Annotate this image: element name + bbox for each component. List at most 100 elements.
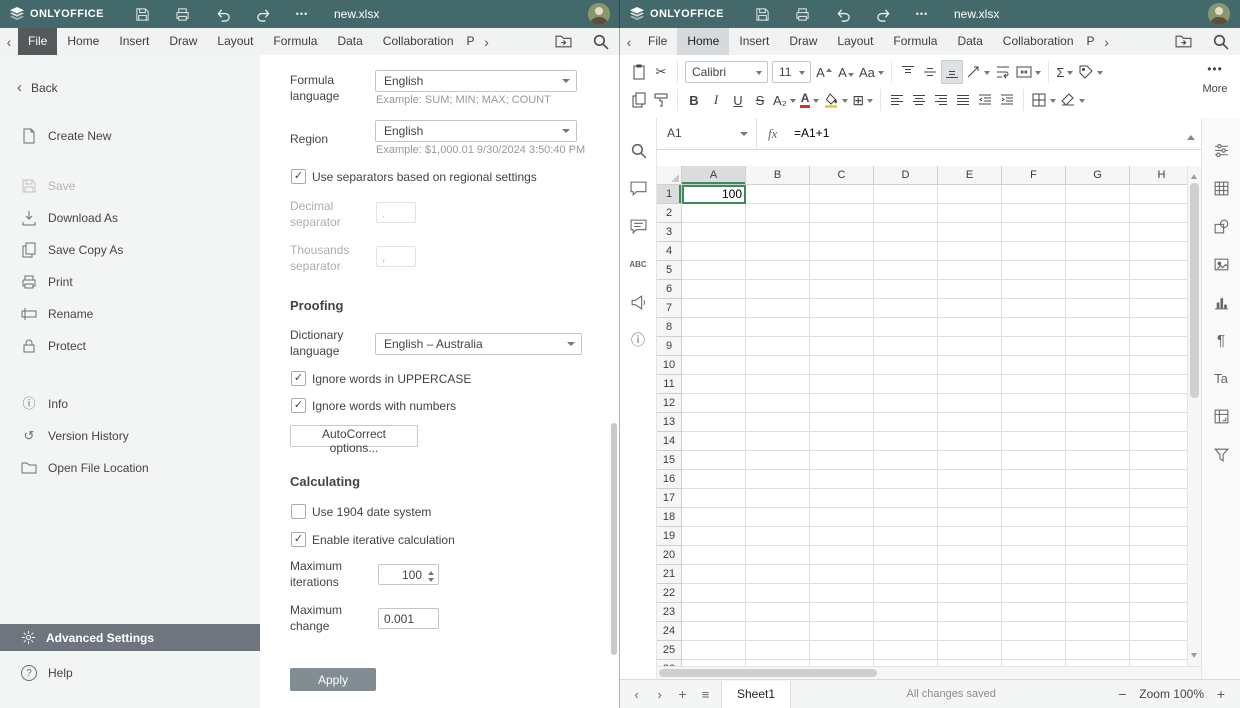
cell-H15[interactable] bbox=[1130, 451, 1194, 470]
tab-home[interactable]: Home bbox=[677, 28, 729, 55]
cell-A7[interactable] bbox=[682, 299, 746, 318]
row-header-16[interactable]: 16 bbox=[657, 470, 682, 489]
column-header-H[interactable]: H bbox=[1130, 166, 1194, 185]
print-button[interactable] bbox=[169, 3, 195, 25]
row-header-24[interactable]: 24 bbox=[657, 622, 682, 641]
chat-button[interactable] bbox=[620, 207, 656, 245]
image-settings-button[interactable] bbox=[1202, 245, 1240, 283]
slicer-settings-button[interactable] bbox=[1202, 435, 1240, 473]
cell-A25[interactable] bbox=[682, 641, 746, 660]
tabs-scroll-left-icon[interactable]: ‹ bbox=[620, 34, 638, 50]
cell-G6[interactable] bbox=[1066, 280, 1130, 299]
tab-file[interactable]: File bbox=[638, 28, 677, 55]
row-header-4[interactable]: 4 bbox=[657, 242, 682, 261]
region-select[interactable]: English bbox=[375, 120, 577, 142]
cell-C12[interactable] bbox=[810, 394, 874, 413]
menu-item-version-history[interactable]: ↺Version History bbox=[0, 420, 260, 452]
cell-F2[interactable] bbox=[1002, 204, 1066, 223]
cell-F23[interactable] bbox=[1002, 603, 1066, 622]
row-header-2[interactable]: 2 bbox=[657, 204, 682, 223]
cell-A18[interactable] bbox=[682, 508, 746, 527]
use-separators-checkbox[interactable]: ✓ bbox=[291, 169, 306, 184]
column-header-D[interactable]: D bbox=[874, 166, 938, 185]
row-header-15[interactable]: 15 bbox=[657, 451, 682, 470]
cell-B23[interactable] bbox=[746, 603, 810, 622]
cell-E18[interactable] bbox=[938, 508, 1002, 527]
autosum-button[interactable]: Σ bbox=[1054, 60, 1076, 84]
orientation-button[interactable] bbox=[963, 60, 992, 84]
cell-E21[interactable] bbox=[938, 565, 1002, 584]
menu-item-open-file-location[interactable]: Open File Location bbox=[0, 452, 260, 484]
cell-E2[interactable] bbox=[938, 204, 1002, 223]
cell-H14[interactable] bbox=[1130, 432, 1194, 451]
spell-checking-button[interactable]: ABC bbox=[620, 245, 656, 283]
cell-H3[interactable] bbox=[1130, 223, 1194, 242]
menu-item-help[interactable]: ? Help bbox=[0, 659, 73, 687]
increase-font-button[interactable]: A bbox=[813, 60, 835, 84]
tab-collaboration[interactable]: Collaboration bbox=[373, 28, 464, 55]
tab-draw[interactable]: Draw bbox=[159, 28, 207, 55]
cell-H1[interactable] bbox=[1130, 185, 1194, 204]
row-header-3[interactable]: 3 bbox=[657, 223, 682, 242]
tab-p[interactable]: P bbox=[1084, 28, 1098, 55]
chart-settings-button[interactable] bbox=[1202, 283, 1240, 321]
collapse-formula-bar-icon[interactable] bbox=[1187, 131, 1195, 140]
align-left-button[interactable] bbox=[886, 88, 908, 112]
cell-E12[interactable] bbox=[938, 394, 1002, 413]
row-header-8[interactable]: 8 bbox=[657, 318, 682, 337]
cell-B4[interactable] bbox=[746, 242, 810, 261]
merge-cells-button[interactable] bbox=[1014, 60, 1043, 84]
cell-F16[interactable] bbox=[1002, 470, 1066, 489]
cell-C24[interactable] bbox=[810, 622, 874, 641]
cell-A11[interactable] bbox=[682, 375, 746, 394]
cell-D19[interactable] bbox=[874, 527, 938, 546]
cell-C22[interactable] bbox=[810, 584, 874, 603]
cell-G9[interactable] bbox=[1066, 337, 1130, 356]
cell-A10[interactable] bbox=[682, 356, 746, 375]
menu-item-save-copy-as[interactable]: Save Copy As bbox=[0, 234, 260, 266]
cell-B12[interactable] bbox=[746, 394, 810, 413]
table-settings-button[interactable] bbox=[1202, 169, 1240, 207]
back-button[interactable]: ‹ Back bbox=[17, 79, 58, 96]
save-button[interactable] bbox=[129, 3, 155, 25]
cell-G23[interactable] bbox=[1066, 603, 1130, 622]
cell-F21[interactable] bbox=[1002, 565, 1066, 584]
cell-C17[interactable] bbox=[810, 489, 874, 508]
row-header-19[interactable]: 19 bbox=[657, 527, 682, 546]
cell-H8[interactable] bbox=[1130, 318, 1194, 337]
print-button[interactable] bbox=[789, 3, 815, 25]
menu-item-download-as[interactable]: Download As bbox=[0, 202, 260, 234]
cell-H11[interactable] bbox=[1130, 375, 1194, 394]
cell-A17[interactable] bbox=[682, 489, 746, 508]
cell-H5[interactable] bbox=[1130, 261, 1194, 280]
cell-H6[interactable] bbox=[1130, 280, 1194, 299]
cell-settings-button[interactable] bbox=[1202, 131, 1240, 169]
cell-B14[interactable] bbox=[746, 432, 810, 451]
cell-H21[interactable] bbox=[1130, 565, 1194, 584]
row-header-9[interactable]: 9 bbox=[657, 337, 682, 356]
cell-F7[interactable] bbox=[1002, 299, 1066, 318]
column-header-B[interactable]: B bbox=[746, 166, 810, 185]
cell-D8[interactable] bbox=[874, 318, 938, 337]
paste-button[interactable] bbox=[628, 60, 650, 84]
vertical-scrollbar[interactable] bbox=[1187, 166, 1201, 666]
cell-E11[interactable] bbox=[938, 375, 1002, 394]
borders-button[interactable]: ⊞ bbox=[850, 88, 875, 112]
underline-button[interactable]: U bbox=[727, 88, 749, 112]
cell-B25[interactable] bbox=[746, 641, 810, 660]
clear-button[interactable] bbox=[1058, 88, 1087, 112]
apply-button[interactable]: Apply bbox=[290, 668, 376, 691]
cell-C5[interactable] bbox=[810, 261, 874, 280]
cell-F25[interactable] bbox=[1002, 641, 1066, 660]
cell-D16[interactable] bbox=[874, 470, 938, 489]
cell-D23[interactable] bbox=[874, 603, 938, 622]
cell-A1[interactable]: 100 bbox=[682, 185, 746, 204]
font-color-button[interactable]: A bbox=[798, 88, 822, 112]
named-ranges-button[interactable] bbox=[1076, 60, 1105, 84]
cell-B22[interactable] bbox=[746, 584, 810, 603]
tab-layout[interactable]: Layout bbox=[827, 28, 883, 55]
cell-E5[interactable] bbox=[938, 261, 1002, 280]
row-header-23[interactable]: 23 bbox=[657, 603, 682, 622]
redo-button[interactable] bbox=[870, 3, 896, 25]
cell-F15[interactable] bbox=[1002, 451, 1066, 470]
